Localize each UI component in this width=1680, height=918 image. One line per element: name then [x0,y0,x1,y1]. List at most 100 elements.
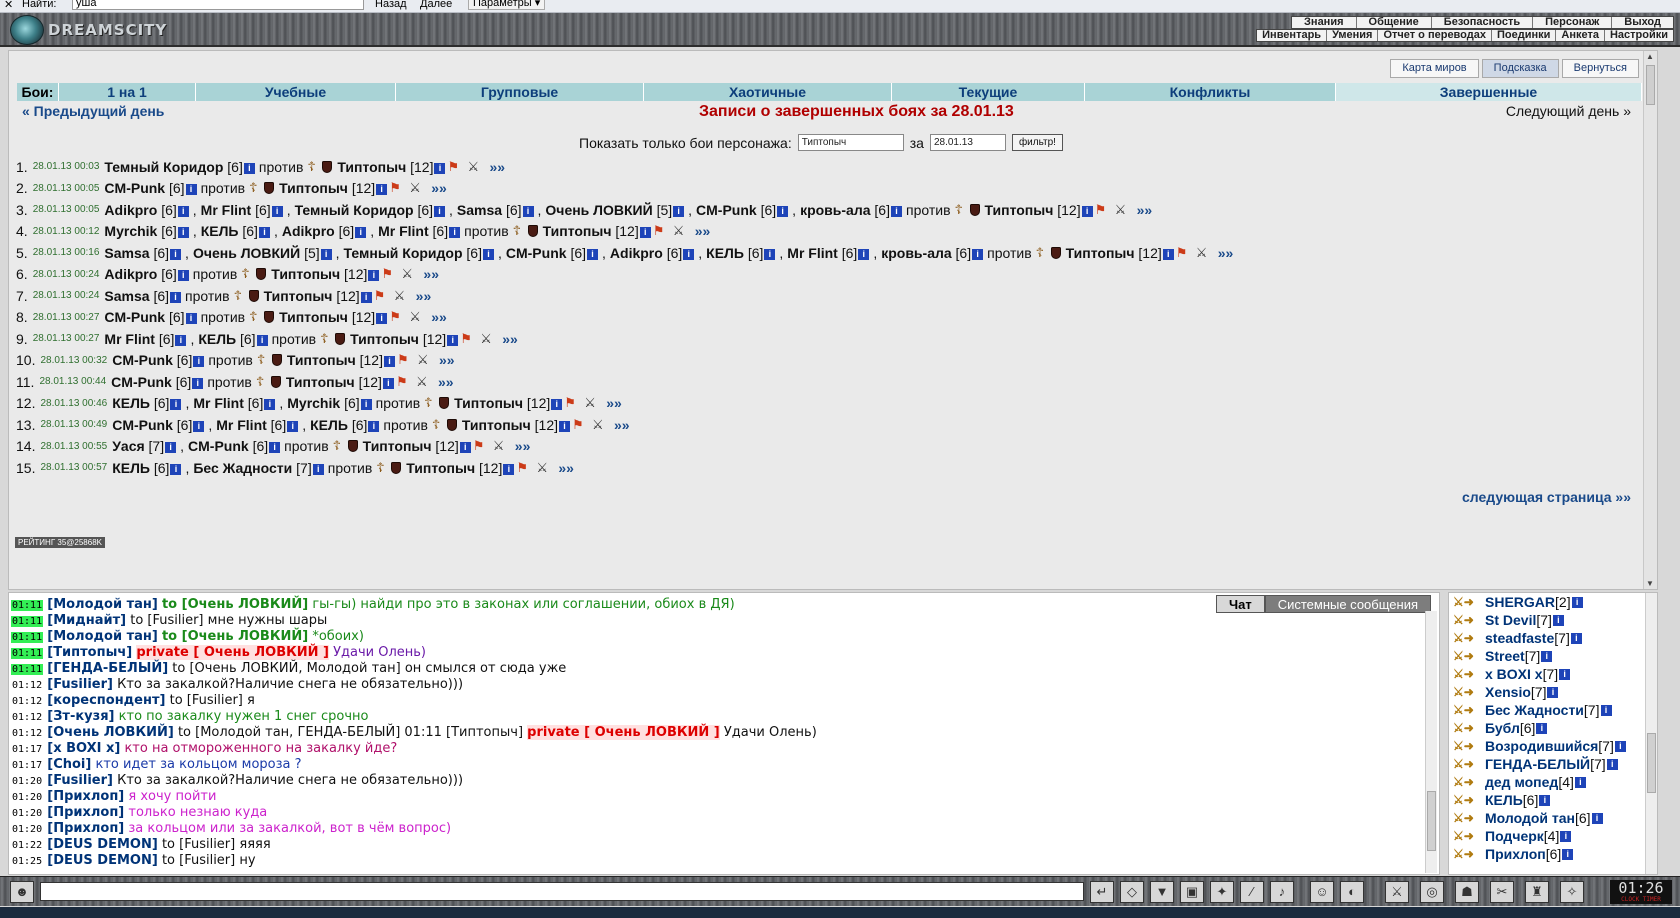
online-user[interactable]: ⚔➜ Street [7] i [1449,647,1657,665]
info-icon[interactable]: i [972,248,984,260]
crossed-swords-icon[interactable]: ⚔ [417,353,433,367]
menu-character[interactable]: Персонаж [1533,17,1613,28]
player-name[interactable]: КЕЛЬ [201,223,239,239]
info-icon[interactable]: i [1600,704,1612,716]
info-icon[interactable]: i [360,291,372,303]
sound-icon[interactable]: ♪ [1270,881,1294,903]
chat-nick[interactable]: [Молодой тан] [47,597,158,612]
info-icon[interactable]: i [355,227,367,239]
menu-knowledge[interactable]: Знания [1292,17,1357,28]
find-forward-button[interactable]: Далее [420,0,452,10]
crossed-swords-icon[interactable]: ⚔ [1196,245,1212,260]
info-icon[interactable]: i [177,227,189,239]
clear-icon[interactable]: ◇ [1120,881,1144,903]
menu-skills[interactable]: Умения [1327,30,1379,41]
info-icon[interactable]: i [320,248,332,260]
info-icon[interactable]: i [1536,722,1548,734]
info-icon[interactable]: i [269,442,281,454]
player-name[interactable]: CM-Punk [104,309,165,325]
info-icon[interactable]: i [1591,812,1603,824]
opponent-name[interactable]: Типтопыч [462,417,531,433]
online-user[interactable]: ⚔➜ ГЕНДА-БЕЛЫЙ [7] i [1449,755,1657,773]
info-icon[interactable]: i [185,184,197,196]
online-user-name[interactable]: steadfaste [1485,630,1554,646]
crossed-swords-icon[interactable]: ⚔ [409,310,425,324]
opponent-name[interactable]: Типтопыч [279,309,348,325]
player-name[interactable]: кровь-ала [800,202,870,218]
chat-nick[interactable]: [Прихлоп] [47,821,124,836]
crossed-swords-icon[interactable]: ⚔ [467,159,483,174]
info-icon[interactable]: i [287,420,299,432]
chat-nick[interactable]: [Choi] [47,757,91,772]
online-user[interactable]: ⚔➜ Xensio [7] i [1449,683,1657,701]
tab-system-messages[interactable]: Системные сообщения [1264,595,1431,613]
online-user-name[interactable]: Подчерк [1485,828,1544,844]
player-name[interactable]: CM-Punk [506,245,567,261]
online-user[interactable]: ⚔➜ КЕЛЬ [6] i [1449,791,1657,809]
chat-menu-icon[interactable]: ☻ [10,881,34,903]
player-name[interactable]: Mr Flint [216,417,267,433]
info-icon[interactable]: i [382,377,394,389]
info-icon[interactable]: i [177,270,189,282]
player-name[interactable]: Adikpro [104,202,157,218]
info-icon[interactable]: i [376,184,388,196]
menu-fights[interactable]: Поединки [1492,30,1557,41]
exit-icon[interactable]: ✧ [1560,881,1584,903]
tab-chat[interactable]: Чат [1215,595,1265,613]
scroll-down-icon[interactable]: ▼ [1646,579,1654,588]
crossed-swords-icon[interactable]: ⚔ [1115,202,1131,217]
crossed-swords-icon[interactable]: ⚔ [409,181,425,195]
chat-nick[interactable]: [DEUS DEMON] [47,853,158,868]
info-icon[interactable]: i [449,227,461,239]
tools-icon[interactable]: ✂ [1490,881,1514,903]
player-name[interactable]: Adikpro [610,245,663,261]
chat-nick[interactable]: [Прихлоп] [47,789,124,804]
fight-log-link[interactable]: »» [695,223,711,239]
player-name[interactable]: CM-Punk [111,374,172,390]
save-icon[interactable]: ▣ [1180,881,1204,903]
player-name[interactable]: КЕЛЬ [112,395,150,411]
info-icon[interactable]: i [639,227,651,239]
crossed-swords-icon[interactable]: ⚔ [673,224,689,238]
info-icon[interactable]: i [551,399,563,411]
fight-log-link[interactable]: »» [431,309,447,325]
next-page-link[interactable]: следующая страница »» [1462,489,1631,505]
info-icon[interactable]: i [447,334,459,346]
mask-icon[interactable]: ☗ [1455,881,1479,903]
player-name[interactable]: Adikpro [104,266,157,282]
online-user[interactable]: ⚔➜ Бубл [6] i [1449,719,1657,737]
scroll-up-icon[interactable]: ▲ [1646,52,1654,61]
opponent-name[interactable]: Типтопыч [406,460,475,476]
chat-nick[interactable]: [Миднайт] [47,613,126,628]
info-icon[interactable]: i [170,248,182,260]
info-icon[interactable]: i [1570,632,1582,644]
player-name[interactable]: Очень ЛОВКИЙ [193,245,300,261]
crossed-swords-icon[interactable]: ⚔ [584,396,600,410]
tab-finished[interactable]: Завершенные [1336,83,1642,101]
online-user-name[interactable]: Xensio [1485,684,1531,700]
info-icon[interactable]: i [559,420,571,432]
online-scrollbar[interactable] [1645,593,1657,874]
find-back-button[interactable]: Назад [375,0,407,10]
fight-log-link[interactable]: »» [515,438,531,454]
info-icon[interactable]: i [368,420,380,432]
online-user-name[interactable]: Street [1485,648,1525,664]
info-icon[interactable]: i [193,420,205,432]
opponent-name[interactable]: Типтопыч [350,331,419,347]
fight-log-link[interactable]: »» [502,331,518,347]
chat-nick[interactable]: [DEUS DEMON] [47,837,158,852]
fight-log-link[interactable]: »» [558,460,574,476]
helmet-icon[interactable]: ◐ [1340,881,1364,903]
player-name[interactable]: Adikpro [282,223,335,239]
fight-log-link[interactable]: »» [423,266,439,282]
online-user[interactable]: ⚔➜ St Devil [7] i [1449,611,1657,629]
player-name[interactable]: Mr Flint [201,202,252,218]
tab-one-on-one[interactable]: 1 на 1 [59,83,196,101]
info-icon[interactable]: i [368,270,380,282]
fight-log-link[interactable]: »» [614,417,630,433]
menu-communication[interactable]: Общение [1357,17,1432,28]
online-user-name[interactable]: КЕЛЬ [1485,792,1523,808]
next-day-link[interactable]: Следующий день » [1506,103,1631,119]
player-name[interactable]: CM-Punk [112,352,173,368]
player-name[interactable]: КЕЛЬ [112,460,150,476]
